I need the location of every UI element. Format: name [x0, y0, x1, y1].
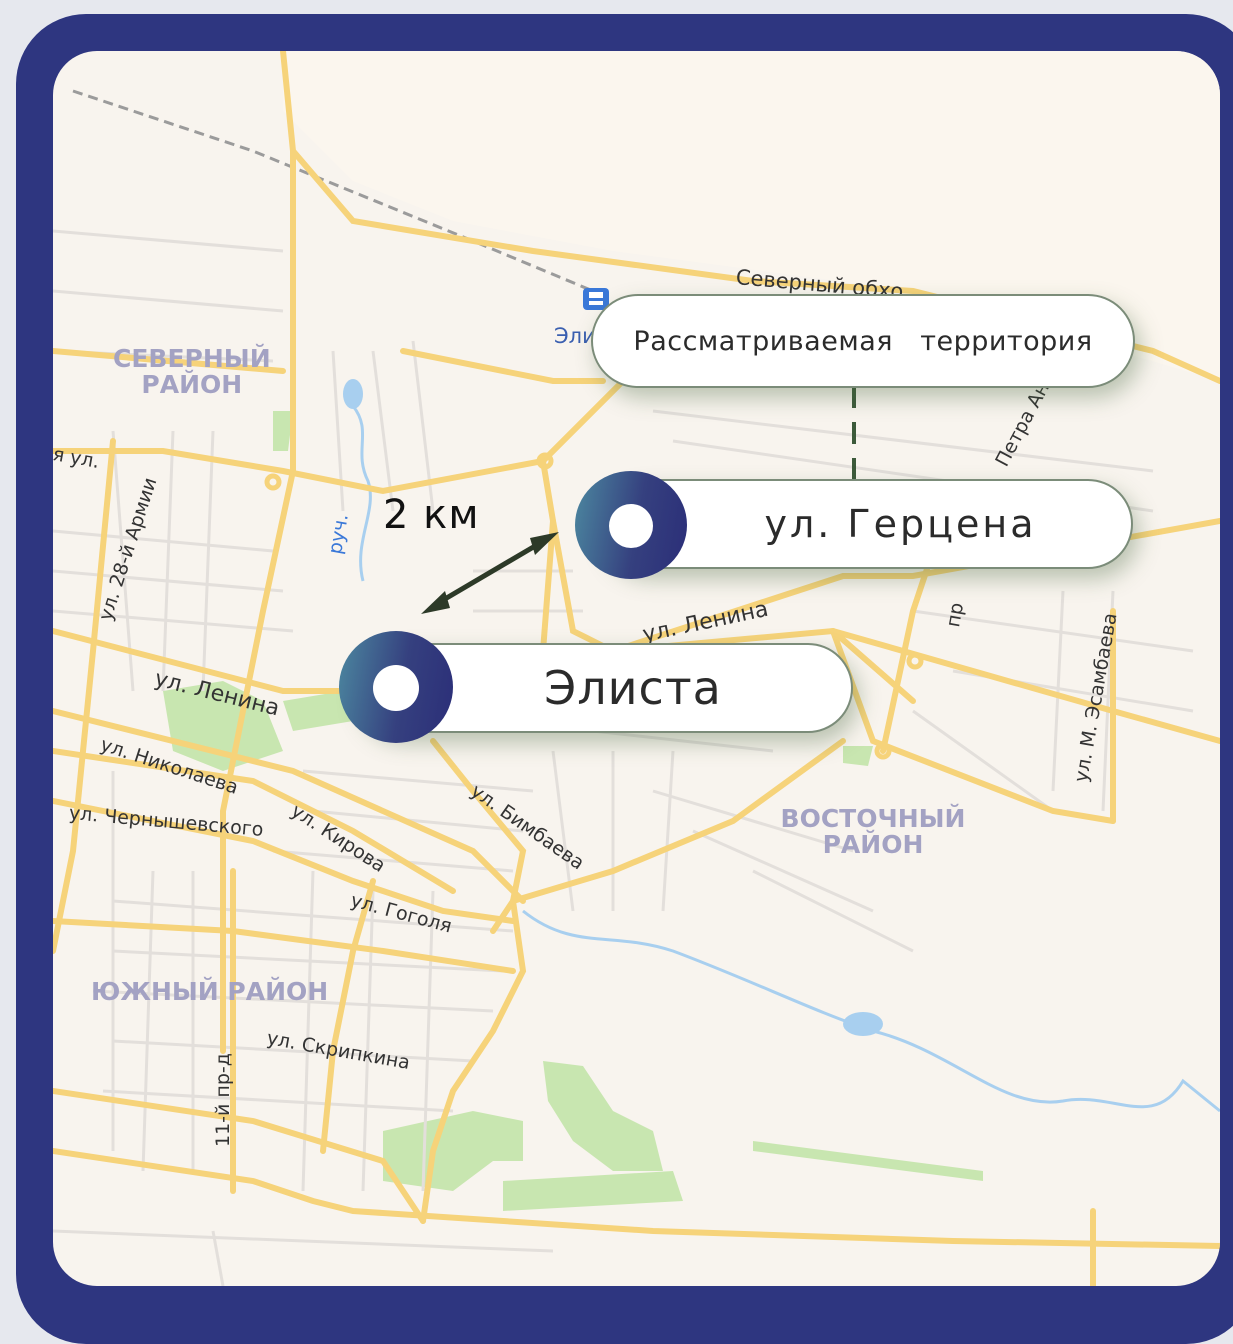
elista-label-text: Элиста	[544, 661, 722, 715]
street-pr: пр	[942, 600, 969, 629]
distance-label: 2 км	[383, 492, 480, 538]
street-11-pr: 11-й пр-д	[212, 1053, 234, 1147]
map-marker-icon[interactable]	[339, 631, 453, 743]
district-east: ВОСТОЧНЫЙ РАЙОН	[780, 804, 966, 860]
map-view[interactable]: СЕВЕРНЫЙ РАЙОН ВОСТОЧНЫЙ РАЙОН ЮЖНЫЙ РАЙОН…	[53, 51, 1220, 1286]
map-marker-icon[interactable]	[575, 471, 687, 579]
district-south: ЮЖНЫЙ РАЙОН	[91, 977, 329, 1006]
distance-arrow-icon	[421, 532, 559, 614]
gertsena-label-text: ул. Герцена	[764, 502, 1037, 546]
territory-label-text: Рассматриваемая территория	[633, 325, 1093, 357]
territory-label[interactable]: Рассматриваемая территория	[591, 294, 1135, 388]
district-north: СЕВЕРНЫЙ РАЙОН	[113, 344, 271, 400]
street-eli: Эли	[554, 324, 596, 348]
